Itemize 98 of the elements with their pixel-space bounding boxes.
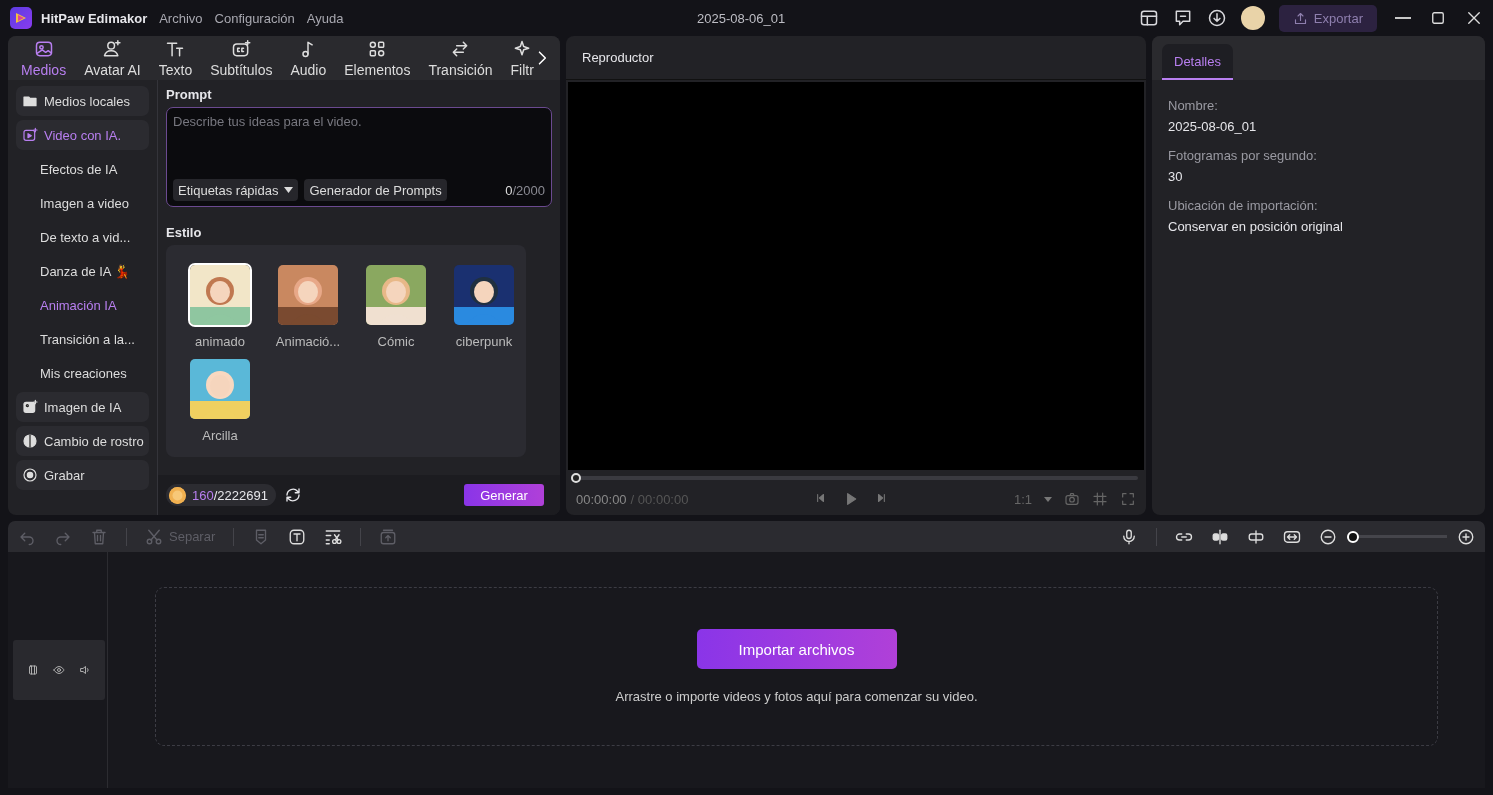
download-icon	[1206, 8, 1227, 28]
style-thumbnail[interactable]	[364, 263, 428, 327]
style-thumbnail[interactable]	[188, 357, 252, 421]
style-label: animado	[195, 334, 245, 349]
sidebar-item[interactable]: Transición a la...	[16, 324, 149, 354]
category-tab[interactable]: Medios	[12, 36, 76, 80]
character-count: 0/2000	[505, 182, 545, 198]
details-tab[interactable]: Detalles	[1162, 44, 1233, 80]
project-title: 2025-08-06_01	[696, 10, 787, 26]
style-label: Arcilla	[202, 428, 238, 443]
prompt-field[interactable]: Describe tus ideas para el video. Etiquetas rápidas Generador de Prompts 0/2000	[166, 107, 552, 207]
app-logo	[10, 7, 32, 29]
zoom-in-icon	[1457, 527, 1475, 546]
generate-button[interactable]: Generar	[464, 484, 544, 506]
field-label: Nombre:	[1168, 98, 1219, 113]
close-icon	[1465, 9, 1483, 27]
maximize-icon	[1429, 9, 1447, 27]
sidebar-item[interactable]: Imagen de IA	[16, 392, 149, 422]
panel-title: Reproductor	[566, 36, 1146, 80]
sidebar-item[interactable]: Danza de IA 💃	[16, 256, 149, 286]
category-tab[interactable]: Audio	[281, 36, 336, 80]
progress-thumb[interactable]	[571, 473, 581, 484]
category-tab[interactable]: Avatar AI	[75, 36, 150, 80]
field-label: Fotogramas por segundo:	[1168, 148, 1318, 163]
trim-icon	[1247, 527, 1265, 546]
style-label: Animació...	[275, 334, 341, 349]
grid-icon	[1092, 491, 1108, 508]
app-name: HitPaw Edimakor	[41, 10, 148, 26]
camera-icon	[1064, 491, 1080, 508]
refresh-icon	[283, 486, 302, 504]
zoom-out-icon	[1319, 527, 1337, 546]
category-tab[interactable]: Transición	[419, 36, 502, 80]
import-button[interactable]: Importar archivos	[696, 629, 897, 669]
progress-track[interactable]	[571, 473, 1138, 484]
style-thumbnail[interactable]	[452, 263, 516, 327]
field-value: 30	[1168, 169, 1184, 184]
zoom-thumb[interactable]	[1347, 530, 1359, 543]
current-time: 00:00:00	[576, 491, 627, 507]
menu-item[interactable]: Ayuda	[306, 10, 344, 26]
cut-lines-icon	[324, 527, 343, 546]
sidebar-item[interactable]: Grabar	[16, 460, 149, 490]
eye-icon	[53, 664, 65, 676]
avatar[interactable]	[1240, 6, 1265, 30]
image-plus-icon	[22, 399, 38, 415]
text-box-button[interactable]	[288, 527, 307, 546]
category-tab[interactable]: Texto	[149, 36, 202, 80]
field-value: 2025-08-06_01	[1168, 119, 1258, 134]
style-thumbnail[interactable]	[188, 263, 252, 327]
export-button[interactable]: Exportar	[1278, 4, 1377, 32]
trash-icon	[90, 527, 108, 546]
field-label: Ubicación de importación:	[1168, 198, 1319, 213]
category-tab[interactable]: Subtítulos	[201, 36, 282, 80]
coin-icon	[169, 486, 186, 504]
video-plus-icon	[22, 127, 38, 143]
field-value: Conservar en posición original	[1168, 219, 1344, 234]
drop-zone[interactable]: Importar archivos Arrastre o importe videos y fotos aquí para comenzar su video.	[155, 587, 1438, 746]
zoom-slider[interactable]	[1347, 530, 1447, 543]
caret-icon	[1044, 496, 1052, 502]
drop-hint: Arrastre o importe videos y fotos aquí para comenzar su video.	[615, 689, 978, 704]
layout-icon	[1138, 8, 1159, 28]
caret-icon	[284, 187, 294, 193]
microphone-icon	[1120, 527, 1138, 546]
category-tab[interactable]: Elementos	[335, 36, 420, 80]
sidebar-item[interactable]: Medios locales	[16, 86, 149, 116]
scissors-icon	[145, 527, 163, 546]
cut-lines-button[interactable]	[324, 527, 343, 546]
credits-badge: 160/2222691	[166, 484, 276, 506]
prompt-generator-button[interactable]: Generador de Prompts	[304, 179, 447, 201]
text-box-icon	[288, 527, 307, 546]
film-icon	[27, 664, 39, 676]
speaker-icon	[79, 664, 91, 676]
sidebar-item[interactable]: Mis creaciones	[16, 358, 149, 388]
style-label: Cómic	[377, 334, 415, 349]
record-icon	[22, 467, 38, 483]
sidebar-item[interactable]: De texto a vid...	[16, 222, 149, 252]
fullscreen-icon	[1120, 491, 1136, 508]
style-thumbnail[interactable]	[276, 263, 340, 327]
minimize-icon	[1395, 17, 1411, 19]
text-icon	[165, 39, 186, 59]
category-tab[interactable]: Filtr	[501, 36, 543, 80]
captions-icon	[231, 39, 252, 59]
sidebar-item[interactable]: Animación IA	[16, 290, 149, 320]
section-title: Estilo	[166, 225, 203, 240]
upload-icon	[1292, 10, 1308, 26]
tags-dropdown[interactable]: Etiquetas rápidas	[173, 179, 299, 201]
image-icon	[33, 39, 54, 59]
sidebar-item[interactable]: Video con IA.	[16, 120, 149, 150]
style-label: ciberpunk	[455, 334, 513, 349]
menu-item[interactable]: Archivo	[159, 10, 203, 26]
folder-icon	[22, 93, 38, 109]
sidebar-item[interactable]: Imagen a video	[16, 188, 149, 218]
sidebar-item[interactable]: Efectos de IA	[16, 154, 149, 184]
sidebar-item[interactable]: Cambio de rostro	[16, 426, 149, 456]
person-plus-icon	[102, 39, 123, 59]
split-clip-icon	[1211, 527, 1229, 546]
menu-item[interactable]: Configuración	[214, 10, 295, 26]
upload-box-icon	[379, 527, 398, 546]
section-title: Prompt	[166, 87, 213, 102]
